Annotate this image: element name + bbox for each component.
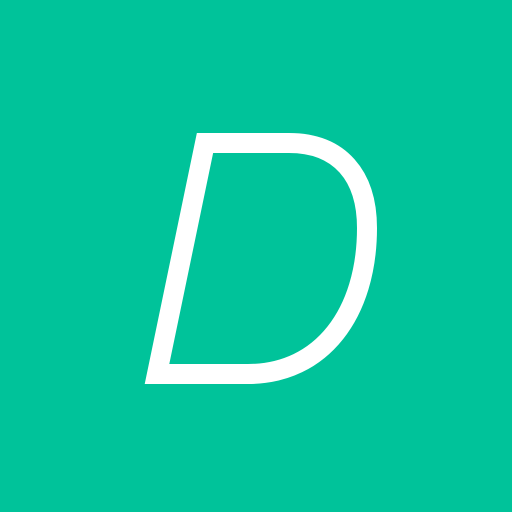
app-icon-tile: D (0, 0, 512, 512)
letter-d-icon (144, 133, 378, 384)
letter-d-stroke (144, 133, 378, 384)
